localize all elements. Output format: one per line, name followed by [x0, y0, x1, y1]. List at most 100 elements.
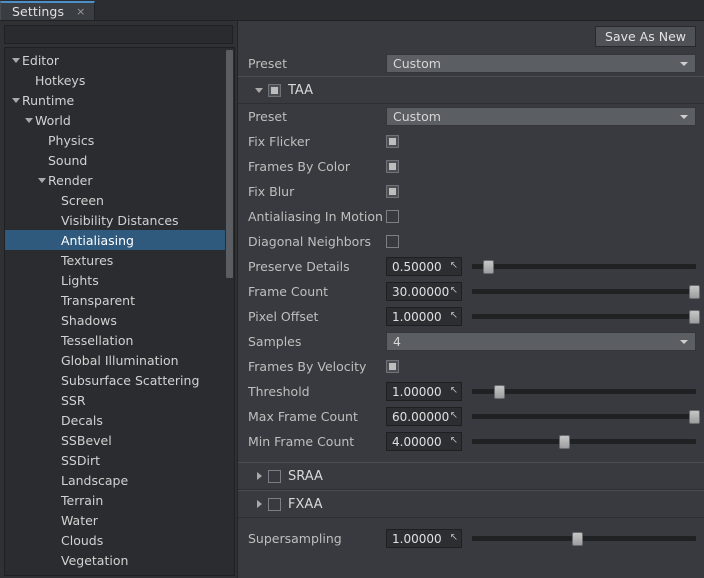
sidebar-item-terrain[interactable]: Terrain: [5, 490, 225, 510]
spinner-icon[interactable]: ↖: [450, 533, 458, 543]
save-as-new-button[interactable]: Save As New: [595, 26, 696, 47]
sidebar-item-runtime[interactable]: Runtime: [5, 90, 225, 110]
spinner-icon[interactable]: ↖: [450, 411, 458, 421]
expand-triangle-icon[interactable]: [9, 98, 22, 103]
fix-blur-checkbox[interactable]: [386, 185, 399, 198]
threshold-slider[interactable]: [472, 382, 696, 401]
sidebar-item-world[interactable]: World: [5, 110, 225, 130]
sidebar-item-editor[interactable]: Editor: [5, 50, 225, 70]
preset-dropdown[interactable]: Custom: [386, 54, 696, 73]
pixel-offset-slider[interactable]: [472, 307, 696, 326]
sidebar-item-environment[interactable]: Environment: [5, 570, 225, 575]
close-icon[interactable]: ×: [76, 6, 85, 17]
slider-knob[interactable]: [689, 310, 700, 324]
slider-knob[interactable]: [689, 410, 700, 424]
max-frame-count-slider[interactable]: [472, 407, 696, 426]
sidebar-item-ssr[interactable]: SSR: [5, 390, 225, 410]
group-header-sraa[interactable]: SRAA: [238, 462, 704, 490]
row-frames-by-velocity: Frames By Velocity: [238, 354, 704, 379]
min-frame-count-slider[interactable]: [472, 432, 696, 451]
chevron-down-icon: [680, 62, 688, 66]
frame-count-input[interactable]: 30.00000↖: [386, 282, 462, 301]
spinner-icon[interactable]: ↖: [450, 286, 458, 296]
supersampling-input[interactable]: 1.00000 ↖: [386, 529, 462, 548]
sraa-enable-checkbox[interactable]: [268, 470, 281, 483]
sidebar-item-ssbevel[interactable]: SSBevel: [5, 430, 225, 450]
sidebar-item-label: Transparent: [61, 293, 135, 308]
expand-triangle-icon[interactable]: [250, 88, 268, 93]
row-diagonal-neighbors: Diagonal Neighbors: [238, 229, 704, 254]
supersampling-value: 1.00000: [392, 532, 450, 546]
spinner-icon[interactable]: ↖: [450, 386, 458, 396]
taa-preset-dropdown[interactable]: Custom: [386, 107, 696, 126]
samples-dropdown[interactable]: 4: [386, 332, 696, 351]
spinner-icon[interactable]: ↖: [450, 436, 458, 446]
slider-track: [472, 389, 696, 394]
slider-knob[interactable]: [559, 435, 570, 449]
slider-track: [472, 439, 696, 444]
sidebar-item-label: Runtime: [22, 93, 74, 108]
expand-triangle-icon[interactable]: [22, 118, 35, 123]
sidebar-item-antialiasing[interactable]: Antialiasing: [5, 230, 225, 250]
chevron-down-icon: [680, 340, 688, 344]
supersampling-slider[interactable]: [472, 529, 696, 548]
slider-knob[interactable]: [689, 285, 700, 299]
frame-count-slider[interactable]: [472, 282, 696, 301]
sidebar-item-shadows[interactable]: Shadows: [5, 310, 225, 330]
sidebar-item-global-illumination[interactable]: Global Illumination: [5, 350, 225, 370]
supersampling-label: Supersampling: [248, 531, 386, 546]
sidebar-item-sound[interactable]: Sound: [5, 150, 225, 170]
sidebar-item-vegetation[interactable]: Vegetation: [5, 550, 225, 570]
tab-settings[interactable]: Settings ×: [0, 1, 95, 20]
frames-by-velocity-checkbox[interactable]: [386, 360, 399, 373]
sidebar-item-ssdirt[interactable]: SSDirt: [5, 450, 225, 470]
sidebar-item-render[interactable]: Render: [5, 170, 225, 190]
sidebar-item-screen[interactable]: Screen: [5, 190, 225, 210]
antialiasing-in-motion-checkbox[interactable]: [386, 210, 399, 223]
sidebar-item-lights[interactable]: Lights: [5, 270, 225, 290]
pixel-offset-input[interactable]: 1.00000↖: [386, 307, 462, 326]
pixel-offset-value: 1.00000: [392, 310, 450, 324]
diagonal-neighbors-checkbox[interactable]: [386, 235, 399, 248]
sidebar-item-label: Visibility Distances: [61, 213, 179, 228]
min-frame-count-value: 4.00000: [392, 435, 450, 449]
spinner-icon[interactable]: ↖: [450, 311, 458, 321]
group-header-taa[interactable]: TAA: [238, 76, 704, 104]
min-frame-count-input[interactable]: 4.00000↖: [386, 432, 462, 451]
sidebar-item-transparent[interactable]: Transparent: [5, 290, 225, 310]
max-frame-count-label: Max Frame Count: [248, 409, 386, 424]
preserve-details-slider[interactable]: [472, 257, 696, 276]
main-split: EditorHotkeys Runtime WorldPhysicsSoundRen…: [0, 21, 704, 578]
sidebar-item-hotkeys[interactable]: Hotkeys: [5, 70, 225, 90]
expand-triangle-icon[interactable]: [9, 58, 22, 63]
sidebar-scrollbar-thumb[interactable]: [226, 50, 233, 278]
sidebar-item-physics[interactable]: Physics: [5, 130, 225, 150]
collapse-triangle-icon[interactable]: [250, 472, 268, 480]
slider-knob[interactable]: [494, 385, 505, 399]
expand-triangle-icon[interactable]: [35, 178, 48, 183]
max-frame-count-input[interactable]: 60.00000↖: [386, 407, 462, 426]
preserve-details-input[interactable]: 0.50000↖: [386, 257, 462, 276]
group-header-fxaa[interactable]: FXAA: [238, 490, 704, 518]
taa-enable-checkbox[interactable]: [268, 84, 281, 97]
sidebar-item-decals[interactable]: Decals: [5, 410, 225, 430]
spinner-icon[interactable]: ↖: [450, 261, 458, 271]
taa-checkbox-rows: Fix FlickerFrames By ColorFix BlurAntial…: [238, 129, 704, 254]
slider-knob[interactable]: [572, 532, 583, 546]
frames-by-color-checkbox[interactable]: [386, 160, 399, 173]
sidebar-scrollbar-track[interactable]: [225, 48, 234, 575]
fxaa-enable-checkbox[interactable]: [268, 498, 281, 511]
sidebar-item-landscape[interactable]: Landscape: [5, 470, 225, 490]
threshold-input[interactable]: 1.00000↖: [386, 382, 462, 401]
sidebar-item-clouds[interactable]: Clouds: [5, 530, 225, 550]
search-input[interactable]: [4, 25, 233, 44]
sidebar-item-water[interactable]: Water: [5, 510, 225, 530]
collapse-triangle-icon[interactable]: [250, 500, 268, 508]
slider-knob[interactable]: [483, 260, 494, 274]
sidebar-item-textures[interactable]: Textures: [5, 250, 225, 270]
sidebar-item-visibility-distances[interactable]: Visibility Distances: [5, 210, 225, 230]
row-max-frame-count: Max Frame Count60.00000↖: [238, 404, 704, 429]
sidebar-item-subsurface-scattering[interactable]: Subsurface Scattering: [5, 370, 225, 390]
sidebar-item-tessellation[interactable]: Tessellation: [5, 330, 225, 350]
fix-flicker-checkbox[interactable]: [386, 135, 399, 148]
